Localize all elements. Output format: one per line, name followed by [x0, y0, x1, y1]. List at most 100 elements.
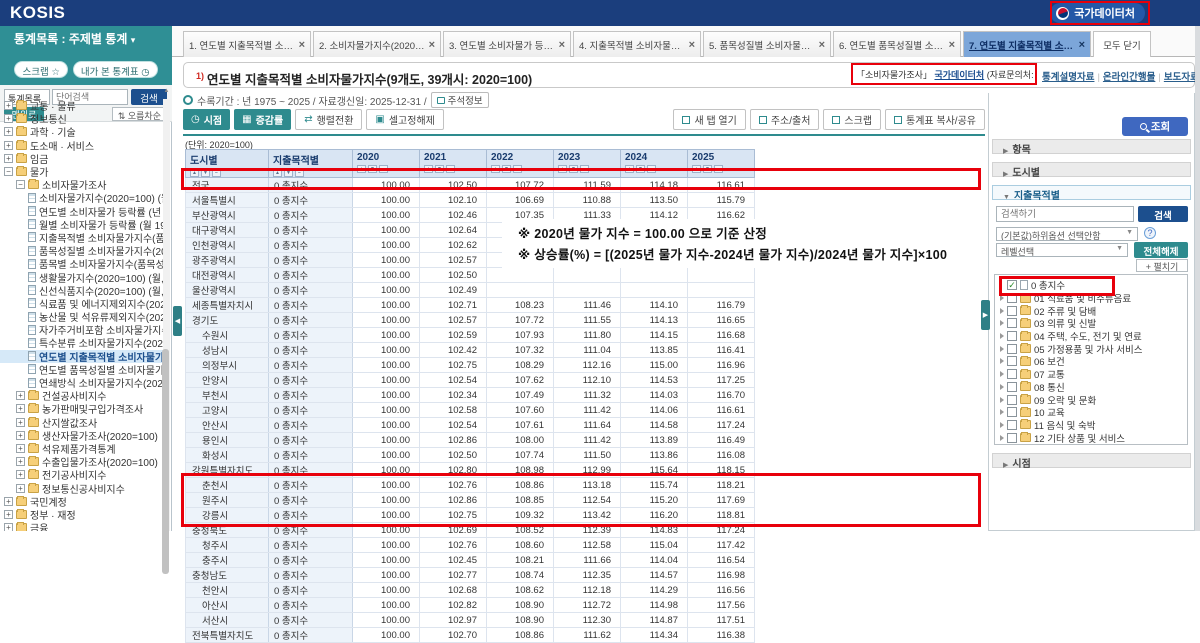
- tree-item[interactable]: 신선식품지수(2020=100) (월,분기: [0, 284, 164, 297]
- tree-item[interactable]: 연도별 품목성질별 소비자물가지수: [0, 363, 164, 376]
- topic-menu[interactable]: 주제별 통계: [69, 32, 128, 46]
- checkbox-item[interactable]: 11 음식 및 숙박: [999, 419, 1187, 432]
- accordion-item-section[interactable]: ▶항목: [992, 139, 1191, 154]
- query-button[interactable]: 조회: [1122, 117, 1188, 136]
- close-icon[interactable]: ×: [819, 39, 825, 51]
- 증감률-button[interactable]: ▦증감률: [234, 109, 291, 130]
- tree-item[interactable]: +금융: [0, 521, 164, 531]
- tree-item[interactable]: 생활물가지수(2020=100) (월,분기: [0, 270, 164, 283]
- expander-triangle-icon[interactable]: [1000, 295, 1004, 301]
- scrap-button[interactable]: 스크랩 ☆: [14, 61, 67, 78]
- tree-item[interactable]: 자가주거비포함 소비자물가지수(2: [0, 323, 164, 336]
- sort-asc-icon[interactable]: ▲: [558, 165, 567, 173]
- expander-triangle-icon[interactable]: [1000, 320, 1004, 326]
- expander-triangle-icon[interactable]: [1000, 346, 1004, 352]
- tree-item[interactable]: +임금: [0, 152, 164, 165]
- checkbox-item[interactable]: 06 보건: [999, 355, 1187, 368]
- expander-triangle-icon[interactable]: [1000, 333, 1004, 339]
- tree-item[interactable]: 소비자물가지수(2020=100) (월,분: [0, 191, 164, 204]
- table-row[interactable]: 대전광역시0 총지수100.00102.50: [186, 268, 755, 283]
- checkbox-item[interactable]: 10 교육: [999, 406, 1187, 419]
- checkbox[interactable]: [1007, 433, 1017, 443]
- tree-item[interactable]: 지출목적별 소비자물가지수(품목포: [0, 231, 164, 244]
- checkbox-item[interactable]: 08 통신: [999, 381, 1187, 394]
- checkbox[interactable]: [1007, 407, 1017, 417]
- tree-item[interactable]: 특수분류 소비자물가지수(2020=1: [0, 336, 164, 349]
- tree-item[interactable]: +국민계정: [0, 495, 164, 508]
- 새 탭 열기-button[interactable]: 새 탭 열기: [673, 109, 745, 130]
- table-row[interactable]: 안양시0 총지수100.00102.54107.62112.10114.5311…: [186, 373, 755, 388]
- table-row[interactable]: 청주시0 총지수100.00102.76108.60112.58115.0411…: [186, 538, 755, 553]
- hide-column-icon[interactable]: −: [379, 165, 388, 173]
- table-row[interactable]: 경기도0 총지수100.00102.57107.72111.55114.1311…: [186, 313, 755, 328]
- 셀고정해제-button[interactable]: ▣셀고정해제: [366, 109, 443, 130]
- tree-item[interactable]: 식료품 및 에너지제외지수(2020=1: [0, 297, 164, 310]
- worksheet-tab[interactable]: 1. 연도별 지출목적별 소비자물…×: [183, 31, 311, 57]
- table-row[interactable]: 천안시0 총지수100.00102.68108.62112.18114.2911…: [186, 583, 755, 598]
- table-row[interactable]: 안산시0 총지수100.00102.54107.61111.64114.5811…: [186, 418, 755, 433]
- sort-asc-icon[interactable]: ▲: [625, 165, 634, 173]
- expander-triangle-icon[interactable]: [1000, 422, 1004, 428]
- expander-plus-icon[interactable]: +: [16, 404, 25, 413]
- press-release-link[interactable]: 보도자료: [1164, 72, 1199, 83]
- table-row[interactable]: 충청북도0 총지수100.00102.69108.52112.39114.831…: [186, 523, 755, 538]
- tree-item[interactable]: 월별 소비자물가 등락률 (월 1965.: [0, 218, 164, 231]
- 행렬전환-button[interactable]: ⇄행렬전환: [295, 109, 362, 130]
- table-row[interactable]: 고양시0 총지수100.00102.58107.60111.42114.0611…: [186, 403, 755, 418]
- table-row[interactable]: 서산시0 총지수100.00102.97108.90112.30114.8711…: [186, 613, 755, 628]
- checkbox[interactable]: [1007, 369, 1017, 379]
- table-row[interactable]: 충청남도0 총지수100.00102.77108.74112.35114.571…: [186, 568, 755, 583]
- tree-item[interactable]: 연도별 소비자물가 등락률 (년 196: [0, 205, 164, 218]
- expander-plus-icon[interactable]: +: [16, 418, 25, 427]
- hide-column-icon[interactable]: −: [212, 169, 221, 177]
- level-select[interactable]: ▼레벨선택: [996, 243, 1128, 257]
- tree-scrollbar[interactable]: [163, 99, 170, 531]
- tree-item[interactable]: 농산물 및 석유류제외지수(2020=1: [0, 310, 164, 323]
- tree-item[interactable]: 품목별 소비자물가지수(품목성질별: [0, 257, 164, 270]
- sort-desc-icon[interactable]: ▼: [435, 165, 444, 173]
- expander-plus-icon[interactable]: +: [16, 470, 25, 479]
- table-row[interactable]: 부천시0 총지수100.00102.34107.49111.32114.0311…: [186, 388, 755, 403]
- checkbox[interactable]: [1007, 395, 1017, 405]
- stats-explain-link[interactable]: 통계설명자료: [1042, 72, 1094, 83]
- checkbox[interactable]: [1007, 293, 1017, 303]
- sort-asc-icon[interactable]: ▲: [273, 169, 282, 177]
- tree-item[interactable]: 연도별 지출목적별 소비자물가지수: [0, 350, 164, 363]
- collapse-right-panel-handle[interactable]: ▶: [981, 300, 990, 330]
- deselect-all-button[interactable]: 전체해제: [1134, 242, 1188, 258]
- expander-plus-icon[interactable]: +: [16, 444, 25, 453]
- sort-asc-icon[interactable]: ▲: [190, 169, 199, 177]
- expander-triangle-icon[interactable]: [1000, 435, 1004, 441]
- tree-item[interactable]: −물가: [0, 165, 164, 178]
- close-icon[interactable]: ×: [949, 39, 955, 51]
- hide-column-icon[interactable]: −: [295, 169, 304, 177]
- table-row[interactable]: 아산시0 총지수100.00102.82108.90112.72114.9811…: [186, 598, 755, 613]
- scroll-up-icon[interactable]: ▲: [163, 88, 170, 97]
- table-row[interactable]: 춘천시0 총지수100.00102.76108.86113.18115.7411…: [186, 478, 755, 493]
- expander-plus-icon[interactable]: +: [4, 101, 13, 110]
- table-row[interactable]: 전북특별자치도0 총지수100.00102.70108.86111.62114.…: [186, 628, 755, 643]
- suboption-select[interactable]: ▼(기본값)하위옵션 선택안함: [996, 227, 1138, 241]
- expander-plus-icon[interactable]: +: [16, 457, 25, 466]
- table-row[interactable]: 울산광역시0 총지수100.00102.49: [186, 283, 755, 298]
- tree-item[interactable]: +생산자물가조사(2020=100): [0, 429, 164, 442]
- purpose-filter-input[interactable]: [996, 206, 1134, 222]
- tree-item[interactable]: +석유제품가격통계: [0, 442, 164, 455]
- expander-plus-icon[interactable]: +: [4, 497, 13, 506]
- checkbox-item[interactable]: 03 의류 및 신발: [999, 317, 1187, 330]
- expander-triangle-icon[interactable]: [1000, 358, 1004, 364]
- worksheet-tab[interactable]: 5. 품목성질별 소비자물가지수(…×: [703, 31, 831, 57]
- 주소/출처-button[interactable]: 주소/출처: [750, 109, 820, 130]
- sort-desc-icon[interactable]: ▼: [368, 165, 377, 173]
- table-row[interactable]: 성남시0 총지수100.00102.42107.32111.04113.8511…: [186, 343, 755, 358]
- hide-column-icon[interactable]: −: [513, 165, 522, 173]
- sort-asc-icon[interactable]: ▲: [491, 165, 500, 173]
- tree-item[interactable]: +정부 · 재정: [0, 508, 164, 521]
- footnote-info-button[interactable]: 주석정보: [431, 92, 489, 108]
- hide-column-icon[interactable]: −: [580, 165, 589, 173]
- expander-plus-icon[interactable]: +: [4, 114, 13, 123]
- expander-minus-icon[interactable]: −: [4, 167, 13, 176]
- checkbox-item[interactable]: 04 주택, 수도, 전기 및 연료: [999, 330, 1187, 343]
- close-icon[interactable]: ×: [299, 39, 305, 51]
- table-row[interactable]: 강릉시0 총지수100.00102.75109.32113.42116.2011…: [186, 508, 755, 523]
